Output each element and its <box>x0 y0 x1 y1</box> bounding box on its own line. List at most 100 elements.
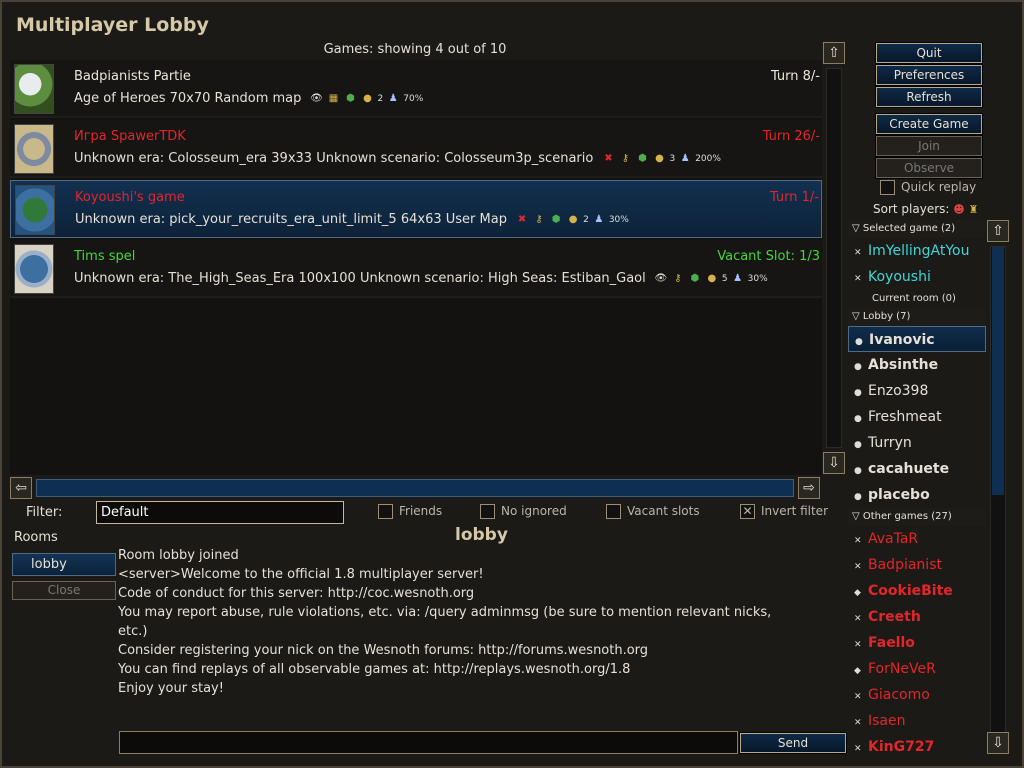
section-selected-game[interactable]: ▽ Selected game (2) <box>848 220 986 238</box>
player-name: Koyoushi <box>868 269 931 285</box>
scroll-track[interactable] <box>826 68 842 448</box>
no-ignored-checkbox[interactable] <box>480 504 495 519</box>
players-scrollbar[interactable]: ⇧ ⇩ <box>987 220 1009 760</box>
lobby-dot-icon: ● <box>854 362 862 372</box>
player-item[interactable]: ● cacahuete <box>848 456 986 482</box>
fog-icon: ⬢ <box>551 213 561 225</box>
lobby-dot-icon: ● <box>854 466 862 476</box>
player-item[interactable]: ● placebo <box>848 482 986 508</box>
preferences-button[interactable]: Preferences <box>875 64 983 86</box>
player-name: Turryn <box>868 435 912 451</box>
chat-line: etc.) <box>118 624 148 639</box>
player-name: KinG727 <box>868 739 935 755</box>
player-name: Faello <box>868 635 915 651</box>
xp-icon: ♟ <box>680 152 690 164</box>
games-hscrollbar[interactable]: ⇦ ⇨ <box>10 477 822 499</box>
scroll-down-icon[interactable]: ⇩ <box>823 452 845 474</box>
player-item[interactable]: ● Freshmeat <box>848 404 986 430</box>
room-tab-lobby[interactable]: lobby <box>12 553 116 576</box>
section-label: Other games (27) <box>862 511 952 522</box>
chat-input[interactable] <box>119 731 738 754</box>
player-item[interactable]: ✕ KinG727 <box>848 734 986 760</box>
quick-replay-checkbox[interactable] <box>880 180 895 195</box>
player-item[interactable]: ✕ Giacomo <box>848 682 986 708</box>
player-name: Creeth <box>868 609 921 625</box>
no-ignored-toggle[interactable]: No ignored <box>480 504 567 519</box>
section-label: Selected game (2) <box>862 223 956 234</box>
game-desc: Age of Heroes 70x70 Random map 👁 ▦ ⬢ ● 2… <box>74 91 423 106</box>
section-current-room[interactable]: Current room (0) <box>848 290 986 308</box>
player-item[interactable]: ◆ CookieBite <box>848 578 986 604</box>
section-label: Lobby (7) <box>862 311 911 322</box>
player-item[interactable]: ● Turryn <box>848 430 986 456</box>
quit-button[interactable]: Quit <box>875 42 983 64</box>
player-item[interactable]: ✕ AvaTaR <box>848 526 986 552</box>
player-list: ▽ Selected game (2) ✕ ImYellingAtYou ✕ Koy… <box>848 220 986 760</box>
section-other-games[interactable]: ▽ Other games (27) <box>848 508 986 526</box>
close-room-button[interactable]: Close <box>12 581 116 600</box>
gold-icon: ● <box>707 272 717 284</box>
game-name: Игра SpawerTDK <box>74 129 186 144</box>
games-scrollbar[interactable]: ⇧ ⇩ <box>823 42 845 474</box>
player-item[interactable]: ✕ Faello <box>848 630 986 656</box>
friends-checkbox[interactable] <box>378 504 393 519</box>
scroll-thumb[interactable] <box>992 247 1004 495</box>
observe-button[interactable]: Observe <box>875 157 983 179</box>
scroll-left-icon[interactable]: ⇦ <box>10 477 32 499</box>
friends-toggle[interactable]: Friends <box>378 504 442 519</box>
gold-icon: ● <box>568 213 578 225</box>
quick-replay-label: Quick replay <box>901 180 977 194</box>
vacant-slots-checkbox[interactable] <box>606 504 621 519</box>
chat-line: Code of conduct for this server: http://… <box>118 586 475 601</box>
gold-icon: ● <box>655 152 664 164</box>
player-item-selected[interactable]: ● Ivanovic <box>848 326 986 352</box>
player-item[interactable]: ✕ Creeth <box>848 604 986 630</box>
quick-replay-toggle[interactable]: Quick replay <box>880 180 976 195</box>
player-item[interactable]: ● Enzo398 <box>848 378 986 404</box>
scroll-down-icon[interactable]: ⇩ <box>987 732 1009 754</box>
scroll-up-icon[interactable]: ⇧ <box>987 220 1009 242</box>
hscroll-thumb[interactable] <box>36 479 794 497</box>
game-row[interactable]: Badpianists Partie Turn 8/- Age of Heroe… <box>10 60 822 118</box>
player-item[interactable]: ✕ Badpianist <box>848 552 986 578</box>
window-title: Multiplayer Lobby <box>16 14 209 36</box>
in-game-icon: ✕ <box>854 614 862 624</box>
create-game-button[interactable]: Create Game <box>875 113 983 135</box>
sort-relation-icon[interactable]: ☻ <box>953 203 964 216</box>
sort-players-label: Sort players: <box>873 202 950 216</box>
scroll-right-icon[interactable]: ⇨ <box>798 477 820 499</box>
refresh-button[interactable]: Refresh <box>875 86 983 108</box>
vacant-slots-toggle[interactable]: Vacant slots <box>606 504 700 519</box>
join-button[interactable]: Join <box>875 135 983 157</box>
player-item[interactable]: ◆ ForNeVeR <box>848 656 986 682</box>
player-item[interactable]: ✕ Isaen <box>848 708 986 734</box>
player-item[interactable]: ● Absinthe <box>848 352 986 378</box>
invert-filter-toggle[interactable]: ✕ Invert filter <box>740 504 828 519</box>
game-row-selected[interactable]: Koyoushi's game Turn 1/- Unknown era: pi… <box>10 180 822 238</box>
filter-input[interactable] <box>96 501 344 524</box>
xp-percent: 200% <box>695 153 721 164</box>
player-item[interactable]: ✕ ImYellingAtYou <box>848 238 986 264</box>
game-row[interactable]: Tims spel Vacant Slot: 1/3 Unknown era: … <box>10 240 822 298</box>
scroll-track[interactable] <box>990 246 1006 734</box>
game-row[interactable]: Игра SpawerTDK Turn 26/- Unknown era: Co… <box>10 120 822 178</box>
player-name: Giacomo <box>868 687 930 703</box>
game-name: Badpianists Partie <box>74 69 191 84</box>
player-name: Ivanovic <box>869 332 935 348</box>
xp-percent: 30% <box>747 273 768 284</box>
section-lobby[interactable]: ▽ Lobby (7) <box>848 308 986 326</box>
game-turn: Vacant Slot: 1/3 <box>717 249 820 264</box>
xp-icon: ♟ <box>594 213 604 225</box>
fog-icon: ⬢ <box>638 152 647 164</box>
send-button[interactable]: Send <box>739 732 847 754</box>
gold-icon: ● <box>363 92 372 104</box>
player-item[interactable]: ✕ Koyoushi <box>848 264 986 290</box>
xp-percent: 70% <box>403 93 424 104</box>
invert-filter-checkbox[interactable]: ✕ <box>740 504 755 519</box>
game-desc-text: Unknown era: The_High_Seas_Era 100x100 U… <box>74 271 646 286</box>
sort-name-icon[interactable]: ♜ <box>969 203 979 216</box>
fog-icon: ⬢ <box>346 92 355 104</box>
collapse-triangle-icon: ▽ <box>852 511 863 522</box>
scroll-up-icon[interactable]: ⇧ <box>823 42 845 64</box>
in-game-icon: ✕ <box>854 248 862 258</box>
